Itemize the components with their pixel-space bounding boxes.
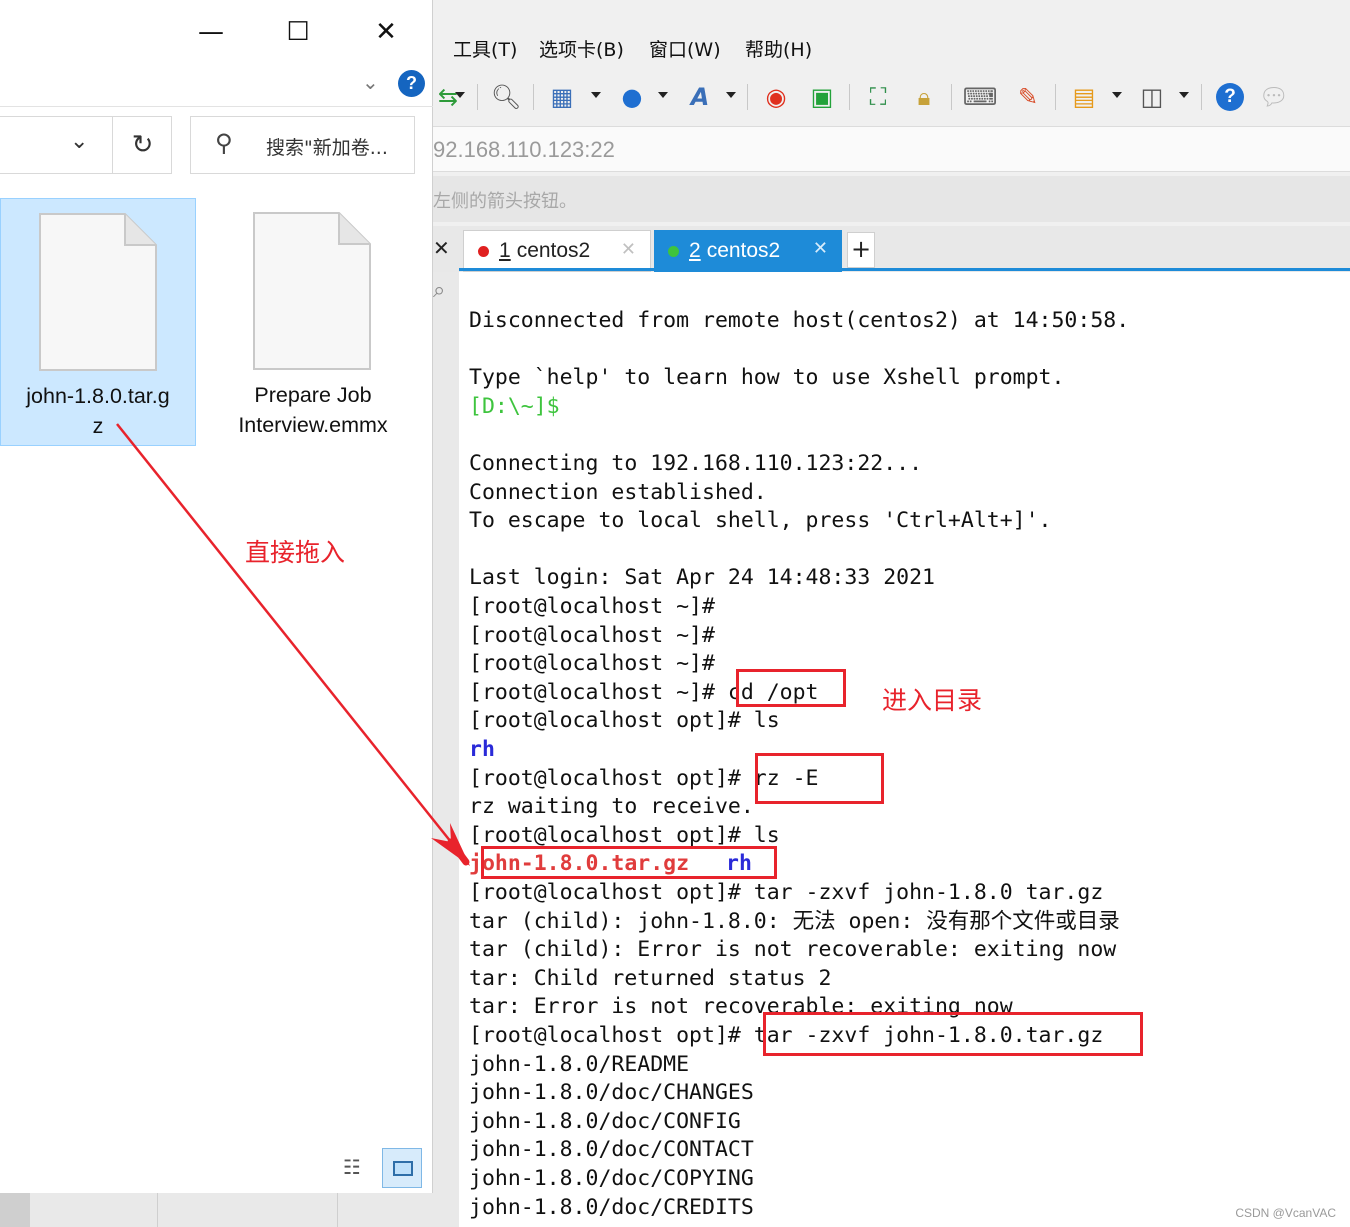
drag-arrow (116, 423, 470, 866)
arrow-shaft (116, 423, 452, 843)
watermark: CSDN @VcanVAC (1235, 1206, 1336, 1220)
